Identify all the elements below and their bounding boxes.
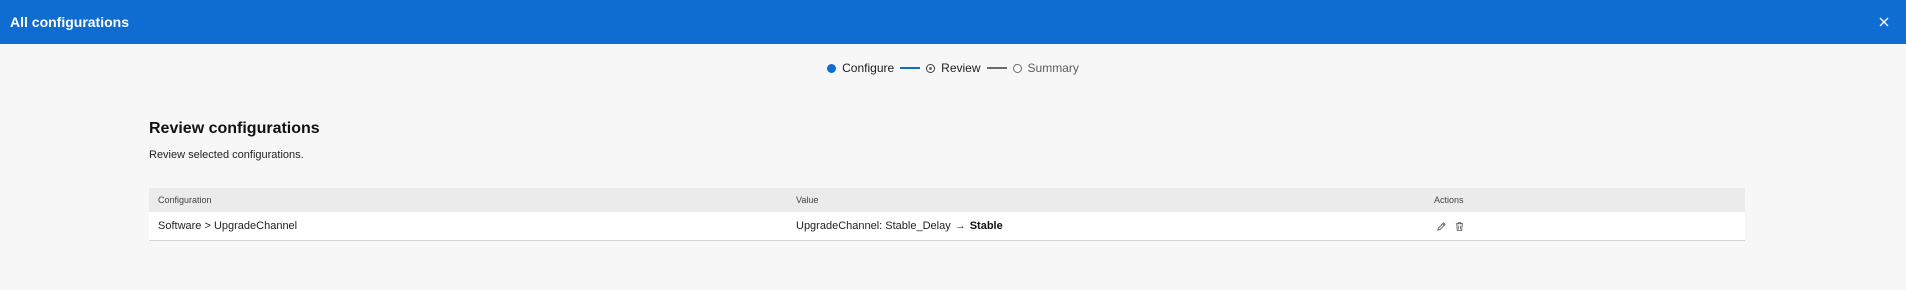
table-row[interactable]: Software > UpgradeChannel UpgradeChannel… bbox=[149, 212, 1745, 240]
delete-button[interactable] bbox=[1452, 219, 1466, 233]
title-bar: All configurations bbox=[0, 0, 1906, 44]
table-header-row: Configuration Value Actions bbox=[149, 188, 1745, 212]
step-configure[interactable]: Configure bbox=[827, 61, 894, 75]
step-pending-icon bbox=[1012, 63, 1022, 73]
step-connector bbox=[900, 67, 921, 69]
close-button[interactable] bbox=[1874, 12, 1894, 32]
step-summary: Summary bbox=[1012, 61, 1079, 75]
column-header-configuration[interactable]: Configuration bbox=[149, 195, 787, 205]
step-review[interactable]: Review bbox=[926, 61, 981, 75]
progress-stepper: Configure Review Summary bbox=[0, 61, 1906, 75]
value-cell: UpgradeChannel: Stable_Delay → Stable bbox=[787, 220, 1425, 232]
actions-cell bbox=[1425, 219, 1745, 233]
step-label: Review bbox=[941, 61, 981, 75]
delete-icon bbox=[1455, 221, 1463, 231]
arrow-icon: → bbox=[954, 220, 966, 232]
step-complete-icon bbox=[827, 63, 837, 73]
step-label: Summary bbox=[1027, 61, 1079, 75]
edit-button[interactable] bbox=[1434, 219, 1448, 233]
close-icon bbox=[1879, 17, 1889, 27]
column-header-actions: Actions bbox=[1434, 195, 1464, 205]
step-label: Configure bbox=[842, 61, 895, 75]
configuration-cell: Software > UpgradeChannel bbox=[158, 220, 298, 232]
edit-icon bbox=[1436, 221, 1446, 231]
step-current-icon bbox=[926, 63, 936, 73]
configurations-table: Configuration Value Actions Software > U… bbox=[149, 188, 1745, 241]
table-body: Software > UpgradeChannel UpgradeChannel… bbox=[149, 212, 1745, 240]
old-value: UpgradeChannel: Stable_Delay bbox=[796, 220, 951, 232]
step-connector bbox=[986, 67, 1007, 69]
column-header-value[interactable]: Value bbox=[787, 195, 1425, 205]
page-description: Review selected configurations. bbox=[149, 149, 304, 161]
window-title: All configurations bbox=[10, 14, 129, 30]
page-title: Review configurations bbox=[149, 120, 320, 137]
new-value: Stable bbox=[969, 220, 1003, 232]
